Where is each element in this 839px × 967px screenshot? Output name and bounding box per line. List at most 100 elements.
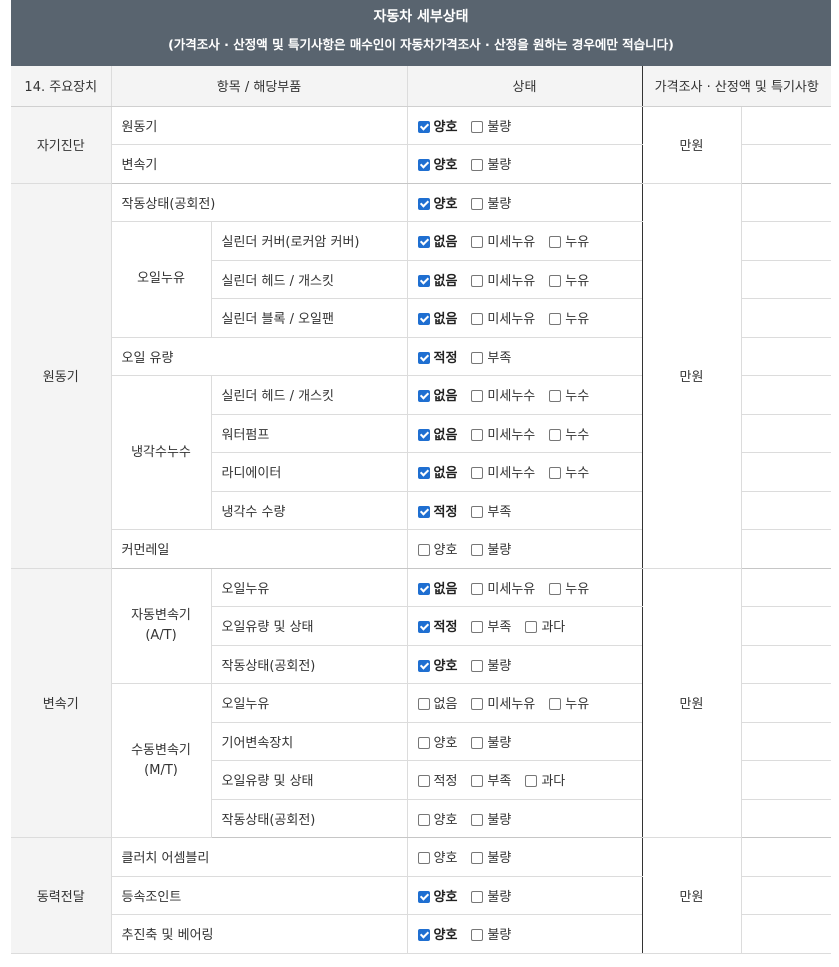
status-option[interactable]: 미세누유 — [471, 578, 535, 597]
checkbox-icon[interactable] — [417, 813, 430, 826]
checkbox-icon[interactable] — [471, 351, 484, 364]
status-option[interactable]: 과다 — [525, 770, 565, 789]
status-option[interactable]: 불량 — [471, 116, 511, 135]
checkbox-icon[interactable] — [471, 544, 484, 557]
checkbox-icon[interactable] — [549, 467, 562, 480]
status-option[interactable]: 적정 — [417, 501, 457, 520]
status-option[interactable]: 적정 — [417, 347, 457, 366]
checkbox-icon[interactable] — [471, 197, 484, 210]
checkbox-icon[interactable] — [549, 236, 562, 249]
checkbox-icon[interactable] — [471, 582, 484, 595]
note-field[interactable] — [740, 337, 831, 376]
status-option[interactable]: 양호 — [417, 539, 457, 558]
status-option[interactable]: 양호 — [417, 847, 457, 866]
checkbox-checked-icon[interactable] — [417, 929, 430, 942]
status-option[interactable]: 양호 — [417, 924, 457, 943]
note-field[interactable] — [740, 914, 831, 954]
note-field[interactable] — [740, 606, 831, 646]
checkbox-icon[interactable] — [471, 428, 484, 441]
checkbox-icon[interactable] — [549, 390, 562, 403]
checkbox-icon[interactable] — [471, 621, 484, 634]
checkbox-icon[interactable] — [471, 813, 484, 826]
checkbox-checked-icon[interactable] — [417, 390, 430, 403]
checkbox-icon[interactable] — [471, 890, 484, 903]
note-field[interactable] — [740, 183, 831, 222]
checkbox-checked-icon[interactable] — [417, 159, 430, 172]
status-option[interactable]: 불량 — [471, 154, 511, 173]
note-field[interactable] — [740, 221, 831, 261]
status-option[interactable]: 양호 — [417, 886, 457, 905]
status-option[interactable]: 불량 — [471, 193, 511, 212]
checkbox-checked-icon[interactable] — [417, 236, 430, 249]
note-field[interactable] — [740, 452, 831, 492]
checkbox-icon[interactable] — [549, 698, 562, 711]
checkbox-checked-icon[interactable] — [417, 505, 430, 518]
note-field[interactable] — [740, 645, 831, 684]
checkbox-checked-icon[interactable] — [417, 890, 430, 903]
status-option[interactable]: 불량 — [471, 732, 511, 751]
status-option[interactable]: 미세누유 — [471, 308, 535, 327]
checkbox-icon[interactable] — [549, 313, 562, 326]
checkbox-icon[interactable] — [417, 852, 430, 865]
checkbox-icon[interactable] — [549, 582, 562, 595]
status-option[interactable]: 없음 — [417, 462, 457, 481]
status-option[interactable]: 미세누수 — [471, 462, 535, 481]
checkbox-icon[interactable] — [471, 736, 484, 749]
status-option[interactable]: 적정 — [417, 616, 457, 635]
checkbox-checked-icon[interactable] — [417, 197, 430, 210]
status-option[interactable]: 부족 — [471, 616, 511, 635]
checkbox-checked-icon[interactable] — [417, 351, 430, 364]
status-option[interactable]: 누유 — [549, 693, 589, 712]
status-option[interactable]: 없음 — [417, 578, 457, 597]
status-option[interactable]: 부족 — [471, 770, 511, 789]
status-option[interactable]: 미세누수 — [471, 424, 535, 443]
status-option[interactable]: 양호 — [417, 116, 457, 135]
checkbox-icon[interactable] — [417, 698, 430, 711]
note-field[interactable] — [740, 837, 831, 877]
checkbox-icon[interactable] — [471, 505, 484, 518]
checkbox-checked-icon[interactable] — [417, 274, 430, 287]
checkbox-icon[interactable] — [525, 775, 538, 788]
checkbox-icon[interactable] — [471, 467, 484, 480]
checkbox-icon[interactable] — [525, 621, 538, 634]
checkbox-icon[interactable] — [471, 236, 484, 249]
note-field[interactable] — [740, 106, 831, 145]
status-option[interactable]: 누수 — [549, 462, 589, 481]
status-option[interactable]: 불량 — [471, 655, 511, 674]
checkbox-icon[interactable] — [471, 659, 484, 672]
checkbox-icon[interactable] — [549, 274, 562, 287]
note-field[interactable] — [740, 375, 831, 415]
checkbox-icon[interactable] — [471, 313, 484, 326]
status-option[interactable]: 불량 — [471, 847, 511, 866]
status-option[interactable]: 부족 — [471, 501, 511, 520]
status-option[interactable]: 누유 — [549, 270, 589, 289]
note-field[interactable] — [740, 683, 831, 723]
status-option[interactable]: 누유 — [549, 231, 589, 250]
status-option[interactable]: 양호 — [417, 809, 457, 828]
status-option[interactable]: 없음 — [417, 385, 457, 404]
checkbox-checked-icon[interactable] — [417, 467, 430, 480]
status-option[interactable]: 누수 — [549, 385, 589, 404]
status-option[interactable]: 불량 — [471, 924, 511, 943]
status-option[interactable]: 불량 — [471, 809, 511, 828]
checkbox-icon[interactable] — [549, 428, 562, 441]
status-option[interactable]: 불량 — [471, 886, 511, 905]
status-option[interactable]: 양호 — [417, 655, 457, 674]
note-field[interactable] — [740, 298, 831, 338]
status-option[interactable]: 없음 — [417, 693, 457, 712]
checkbox-checked-icon[interactable] — [417, 120, 430, 133]
checkbox-checked-icon[interactable] — [417, 659, 430, 672]
status-option[interactable]: 없음 — [417, 270, 457, 289]
note-field[interactable] — [740, 722, 831, 761]
status-option[interactable]: 누수 — [549, 424, 589, 443]
checkbox-icon[interactable] — [471, 775, 484, 788]
checkbox-icon[interactable] — [471, 390, 484, 403]
checkbox-checked-icon[interactable] — [417, 313, 430, 326]
note-field[interactable] — [740, 529, 831, 569]
status-option[interactable]: 불량 — [471, 539, 511, 558]
status-option[interactable]: 양호 — [417, 732, 457, 751]
status-option[interactable]: 미세누유 — [471, 270, 535, 289]
note-field[interactable] — [740, 260, 831, 299]
status-option[interactable]: 과다 — [525, 616, 565, 635]
checkbox-icon[interactable] — [471, 698, 484, 711]
